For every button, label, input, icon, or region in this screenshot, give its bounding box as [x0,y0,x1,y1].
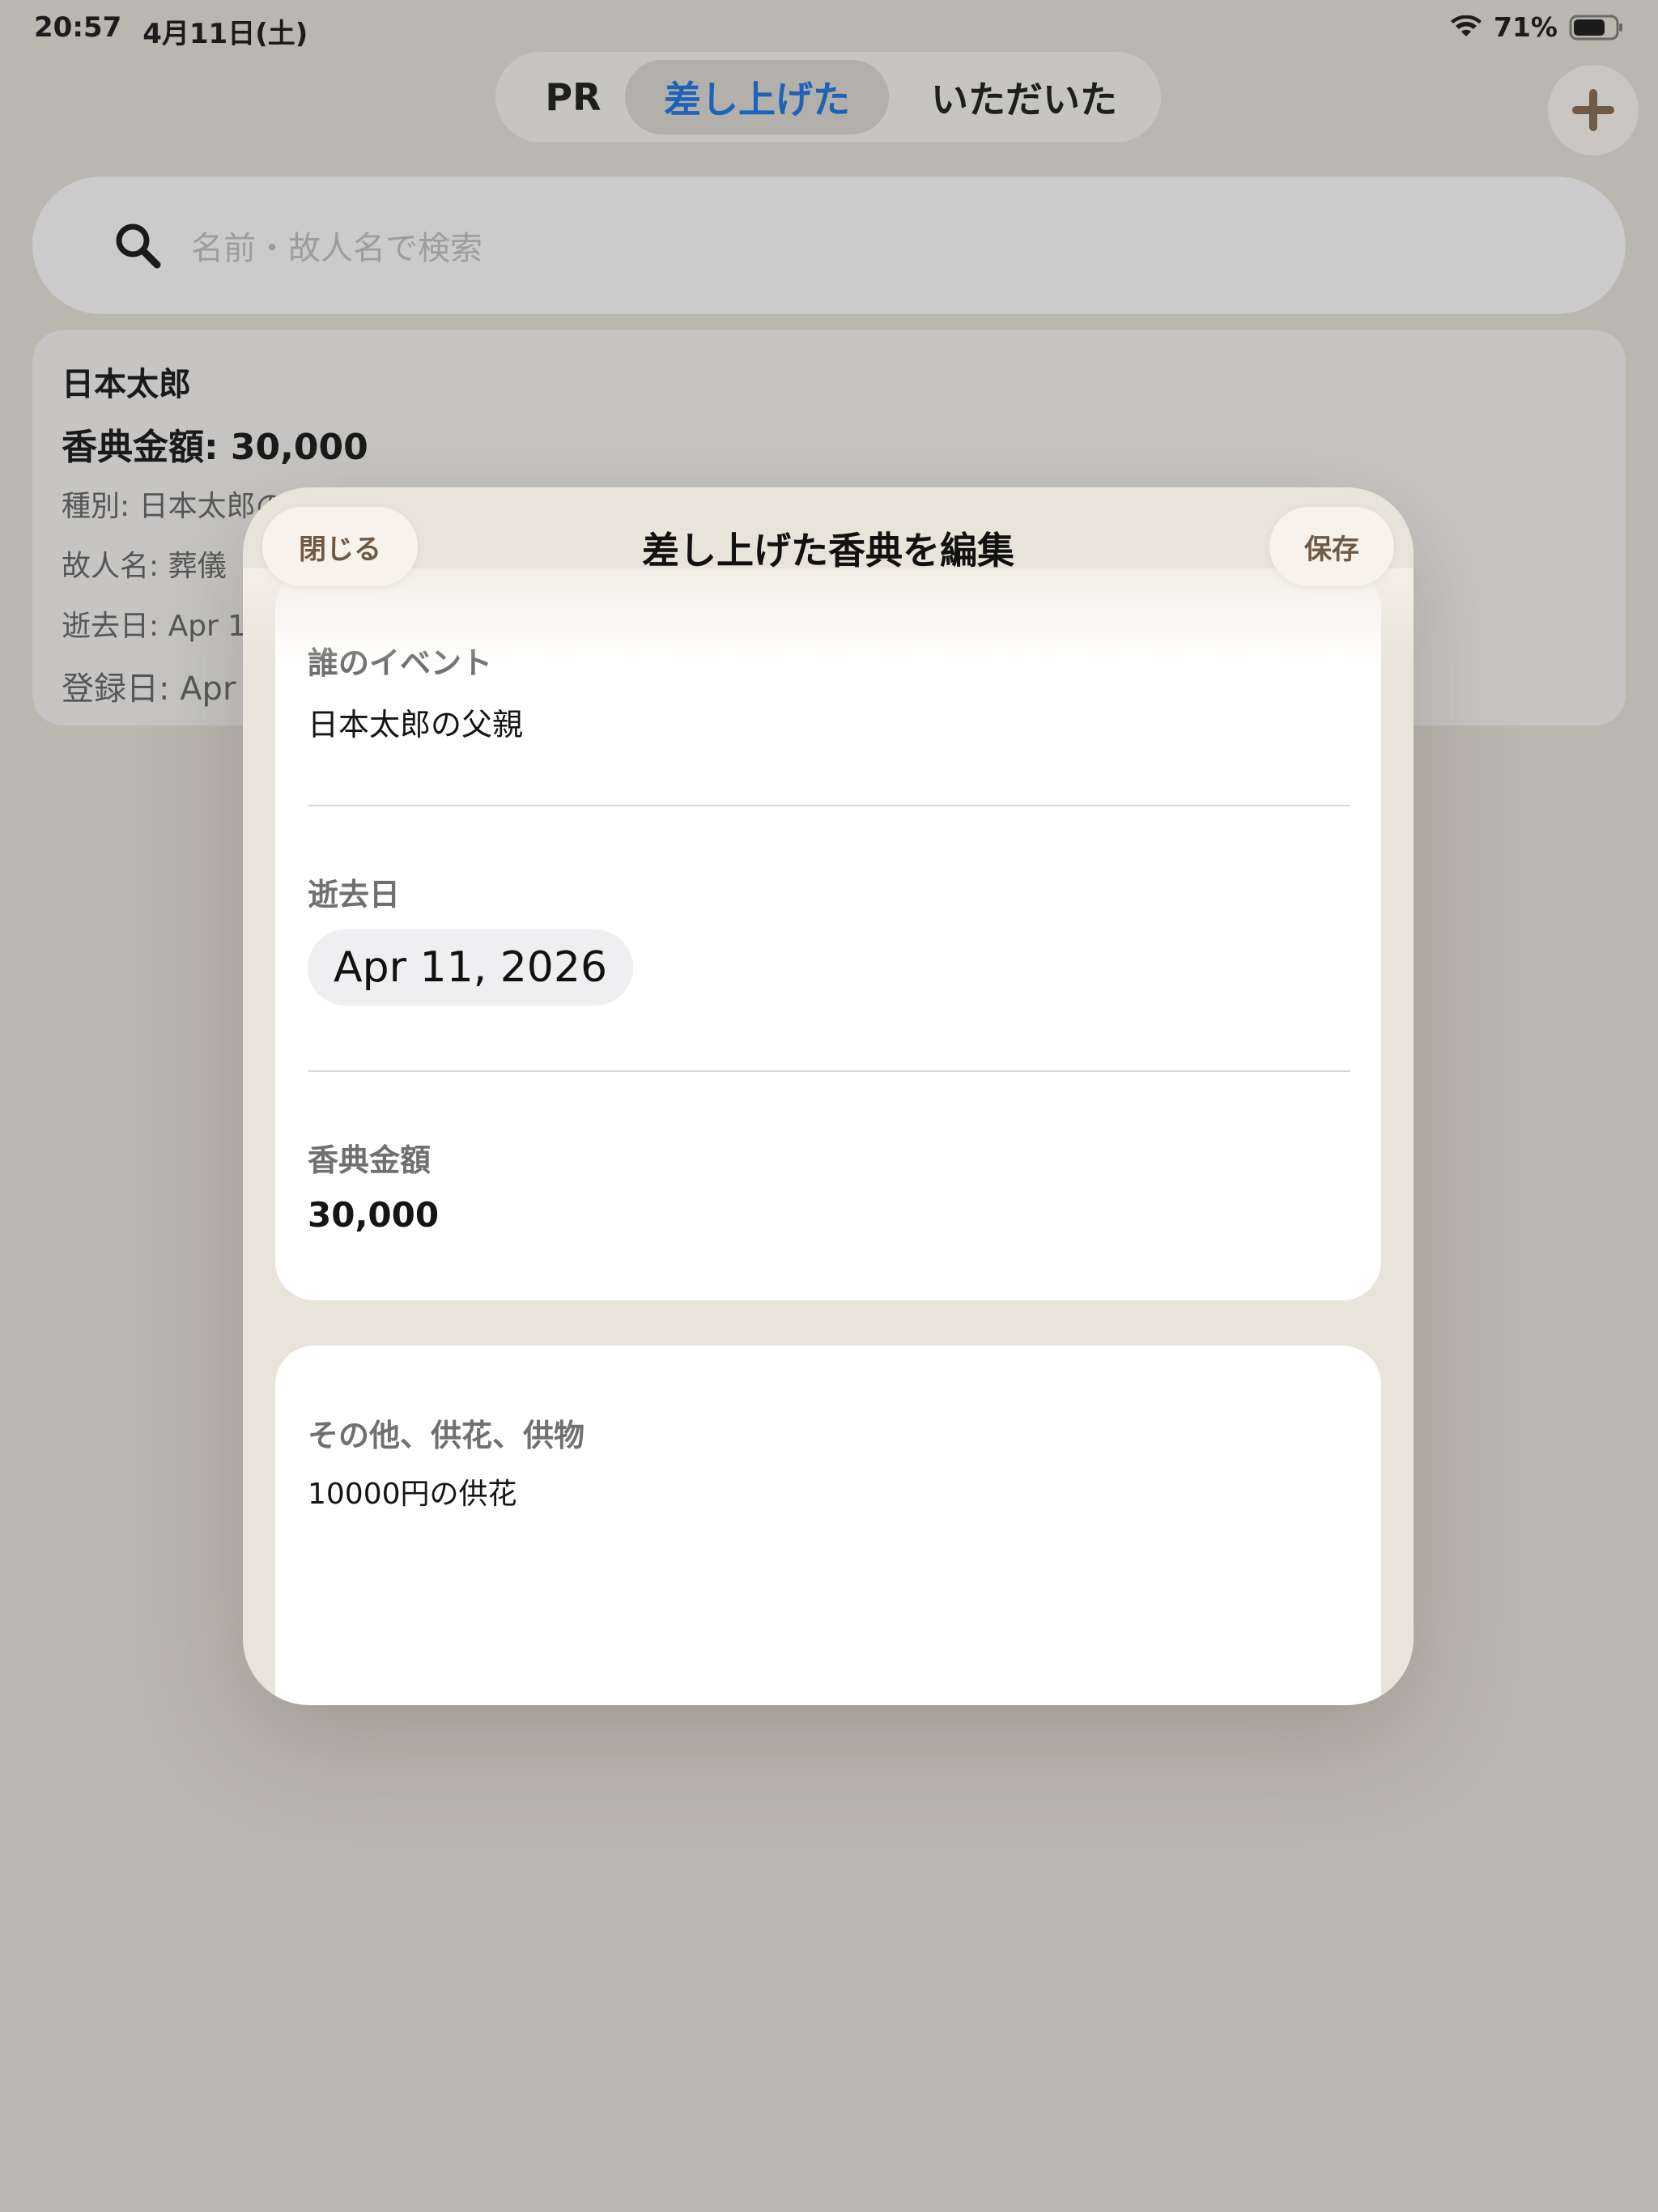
event-field[interactable]: 日本太郎の父親 [308,700,523,744]
segment-given[interactable]: 差し上げた [625,60,889,134]
sheet-title: 差し上げた香典を編集 [642,529,1014,572]
divider [308,805,1350,806]
edit-sheet: 誰のイベント 日本太郎の父親 逝去日 Apr 11, 2026 香典金額 30,… [243,487,1414,1705]
sheet-header: 差し上げた香典を編集 閉じる 保存 [243,487,1414,617]
close-button[interactable]: 閉じる [262,507,418,586]
record-name: 日本太郎 [62,366,191,403]
status-right: 71% [1450,11,1624,43]
segment-pr[interactable]: PR [512,60,635,134]
other-field[interactable]: 10000円の供花 [308,1470,517,1512]
wifi-icon [1451,15,1482,36]
add-button[interactable] [1548,65,1639,155]
status-date: 4月11日(土) [142,18,308,50]
status-time: 20:57 [34,11,122,44]
status-left: 20:57 4月11日(土) [34,11,308,51]
save-button[interactable]: 保存 [1269,507,1394,586]
divider [308,1070,1350,1072]
record-deceased: 故人名: 葬儀 [62,550,227,583]
battery-percent: 71% [1494,11,1558,43]
death-date-picker[interactable]: Apr 11, 2026 [308,929,634,1006]
amount-label: 香典金額 [308,1142,432,1178]
search-placeholder: 名前・故人名で検索 [191,230,483,267]
record-amount: 香典金額: 30,000 [62,427,368,468]
search-input[interactable]: 名前・故人名で検索 [32,177,1626,314]
status-bar: 20:57 4月11日(土) 71% [0,0,1658,57]
segment-received[interactable]: いただいた [899,60,1150,134]
amount-field[interactable]: 30,000 [308,1195,439,1235]
record-death-date: 逝去日: Apr 1 [62,610,247,643]
event-label: 誰のイベント [308,645,493,681]
death-date-label: 逝去日 [308,877,401,912]
mode-segmented-control: PR 差し上げた いただいた [495,52,1161,143]
plus-icon [1572,89,1614,131]
search-icon [116,223,161,269]
other-fields-card: その他、供花、供物 10000円の供花 [275,1346,1381,1705]
battery-icon [1569,15,1622,40]
record-registered-date: 登録日: Apr [62,670,236,708]
other-label: その他、供花、供物 [308,1418,585,1453]
main-fields-card: 誰のイベント 日本太郎の父親 逝去日 Apr 11, 2026 香典金額 30,… [275,568,1381,1300]
